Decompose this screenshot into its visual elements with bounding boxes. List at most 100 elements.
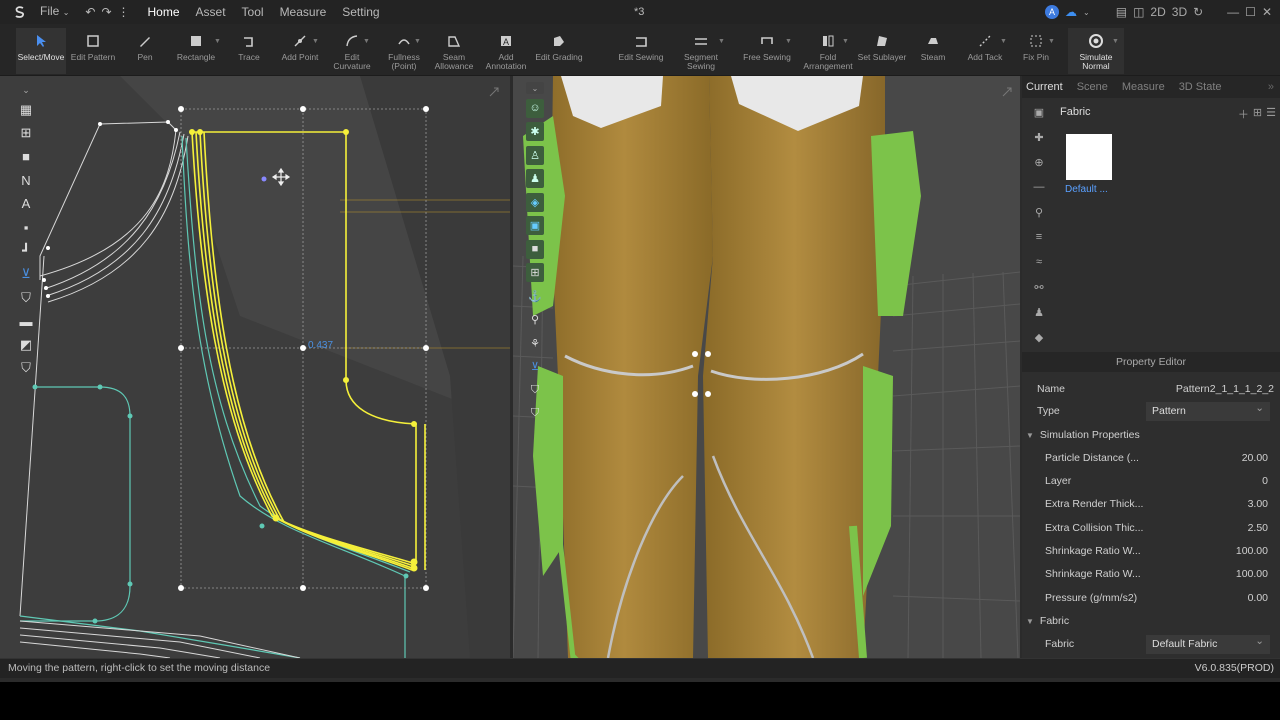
fill-icon[interactable]: ■ [526,239,544,259]
tool-add-tack[interactable]: Add Tack [964,28,1006,74]
tool-segment-sewing[interactable]: Segment Sewing [678,28,724,74]
anchor-icon[interactable]: ⚓ [526,287,544,306]
tool-set-sublayer[interactable]: Set Sublayer [856,28,908,74]
tool-add-annotation[interactable]: A Add Annotation [484,28,528,74]
cube-icon[interactable]: ◆ [1032,331,1046,347]
chevron-down-icon[interactable]: ⌄ [526,82,544,94]
fabric-icon[interactable]: ▣ [1032,106,1046,122]
double-chevron-icon[interactable]: » [1268,81,1280,93]
zipper-icon[interactable]: ⚯ [1032,281,1046,297]
menu-setting[interactable]: Setting [334,0,387,24]
tab-scene[interactable]: Scene [1077,81,1108,93]
grid-icon[interactable]: ⊞ [16,124,36,144]
tool-fold-arrangement[interactable]: Fold Arrangement [800,28,856,74]
avatar-icon[interactable]: ♟ [1032,306,1046,322]
menu-home[interactable]: Home [140,0,188,24]
pattern-name-value[interactable]: Pattern2_1_1_1_2_2 [1176,383,1274,395]
more-icon[interactable]: ⋮ [118,5,130,19]
tack-icon[interactable]: ⚲ [526,310,544,329]
tool-free-sewing[interactable]: Free Sewing [742,28,792,74]
texture-icon[interactable]: ◈ [526,192,544,212]
tool-add-point[interactable]: Add Point [278,28,322,74]
list-view-icon[interactable]: ☰ [1266,106,1276,122]
person-icon[interactable]: ♟ [526,169,544,188]
type-select[interactable]: Pattern [1146,399,1270,421]
grid-icon[interactable]: ⊞ [526,263,544,282]
app-logo-icon[interactable] [8,0,32,24]
layer-icon[interactable]: ▪ [16,218,36,238]
fabric-section-header[interactable]: ▼ Fabric [1022,610,1274,632]
tool-trace[interactable]: Trace [232,28,266,74]
close-icon[interactable]: ✕ [1262,5,1272,19]
chevron-down-icon[interactable]: ▼ [842,38,849,45]
avatar[interactable]: A [1045,5,1060,19]
shirt-icon[interactable]: ⛉ [16,288,36,308]
pattern-canvas[interactable]: 0.437 [0,76,510,658]
fabric-swatch-label[interactable]: Default ... [1065,184,1108,195]
garment-icon[interactable]: ⊻ [16,265,36,285]
chevron-down-icon[interactable]: ▼ [1000,38,1007,45]
tool-edit-grading[interactable]: Edit Grading [532,28,586,74]
tool-fullness[interactable]: Fullness (Point) [382,28,426,74]
garment-icon[interactable]: ⊻ [526,357,544,376]
avatar-canvas[interactable] [513,76,1020,658]
chevron-down-icon[interactable]: ▼ [1048,38,1055,45]
mode-2d-button[interactable]: 2D [1150,5,1165,19]
add-icon[interactable]: ＋ [1238,106,1249,122]
puckering-icon[interactable]: ≡ [1032,231,1046,247]
viewport-3d[interactable]: ⌄ ☺ ✱ ♙ ♟ ◈ ▣ ■ ⊞ ⚓ ⚲ ⚘ ⊻ ⛉ ⛉ [513,76,1020,658]
tool-edit-pattern[interactable]: Edit Pattern [68,28,118,74]
sim-properties-header[interactable]: ▼ Simulation Properties [1022,424,1274,446]
jacket-icon[interactable]: ⛉ [16,359,36,379]
chevron-down-icon[interactable]: ▼ [785,38,792,45]
line-icon[interactable]: ▬ [16,312,36,332]
chevron-down-icon[interactable]: ⌄ [1083,8,1090,17]
tab-3d-state[interactable]: 3D State [1179,81,1222,93]
tool-edit-curvature[interactable]: Edit Curvature [330,28,374,74]
corner-icon[interactable]: ┛ [16,241,36,261]
chevron-down-icon[interactable]: ▼ [214,38,221,45]
chevron-down-icon[interactable]: ▼ [312,38,319,45]
menu-measure[interactable]: Measure [272,0,335,24]
fabric-select[interactable]: Default Fabric [1146,632,1270,654]
text-icon[interactable]: A [16,194,36,214]
topstitch-icon[interactable]: — [1032,181,1046,197]
menu-tool[interactable]: Tool [234,0,272,24]
tool-fix-pin[interactable]: Fix Pin [1018,28,1054,74]
tool-simulate[interactable]: Simulate Normal [1068,28,1124,74]
checker-icon[interactable]: ▦ [16,100,36,120]
tool-select-move[interactable]: Select/Move [16,28,66,74]
tab-current[interactable]: Current [1026,81,1063,93]
notch-icon[interactable]: N [16,171,36,191]
grid-view-icon[interactable]: ⊞ [1253,106,1262,122]
tab-measure[interactable]: Measure [1122,81,1165,93]
tool-seam-allowance[interactable]: Seam Allowance [432,28,476,74]
tool-pen[interactable]: Pen [128,28,162,74]
jacket-icon[interactable]: ⛉ [526,404,544,423]
tool-steam[interactable]: Steam [914,28,952,74]
menu-file[interactable]: File ⌄ [32,0,77,25]
pose-icon[interactable]: ✱ [526,122,544,141]
redo-icon[interactable]: ↷ [101,5,111,19]
chevron-down-icon[interactable]: ▼ [1112,38,1119,45]
chevron-down-icon[interactable]: ⌄ [16,84,36,96]
refresh-icon[interactable]: ↻ [1193,5,1203,19]
maximize-icon[interactable]: ☐ [1245,5,1256,19]
avatar-icon[interactable]: ☺ [526,98,544,118]
layout-icon[interactable]: ▤ [1116,5,1127,19]
pattern-icon[interactable]: ◩ [16,335,36,355]
chevron-down-icon[interactable]: ▼ [414,38,421,45]
tool-edit-sewing[interactable]: Edit Sewing [616,28,666,74]
buttonhole-icon[interactable]: ⊕ [1032,156,1046,172]
body-icon[interactable]: ♙ [526,145,544,165]
button-icon[interactable]: ✚ [1032,131,1046,147]
split-view-icon[interactable]: ◫ [1133,5,1144,19]
tool-rectangle[interactable]: Rectangle [174,28,218,74]
mode-3d-button[interactable]: 3D [1172,5,1187,19]
chevron-down-icon[interactable]: ▼ [718,38,725,45]
cloud-icon[interactable]: ☁ [1065,5,1077,19]
stitch-icon[interactable]: ≈ [1032,256,1046,272]
menu-asset[interactable]: Asset [188,0,234,24]
fill-icon[interactable]: ■ [16,147,36,167]
fabric-swatch[interactable] [1066,134,1112,180]
